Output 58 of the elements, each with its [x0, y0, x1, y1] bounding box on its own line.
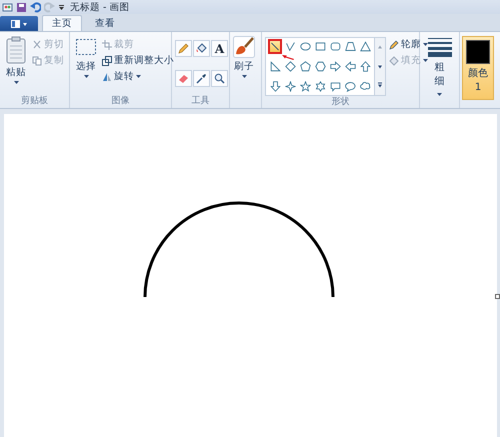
right-triangle-shape-icon[interactable] [268, 59, 282, 74]
save-icon[interactable] [16, 2, 27, 12]
color-1-button[interactable]: 颜色 1 [462, 36, 494, 100]
resize-handle[interactable] [495, 294, 500, 299]
paste-button[interactable]: 粘贴 [3, 35, 29, 95]
caret-icon [136, 75, 141, 78]
dropdown-icon[interactable] [58, 3, 65, 11]
menu-icon [10, 20, 28, 28]
arrow-annotation [282, 55, 294, 60]
diamond-shape-icon[interactable] [283, 59, 297, 74]
line-width-icon [428, 37, 452, 57]
selection-icon [75, 36, 97, 58]
eraser-icon[interactable] [175, 70, 192, 86]
rotate-icon [102, 72, 112, 82]
group-label: 形状 [330, 96, 350, 109]
resize-icon [102, 56, 112, 66]
ribbon-tab[interactable]: 主页 [42, 15, 82, 31]
rotate-button[interactable]: 旋转 [102, 69, 174, 84]
right-arrow-shape-icon[interactable] [328, 59, 342, 74]
line-shape-icon[interactable] [268, 39, 282, 54]
caret-icon [423, 43, 428, 46]
caret-icon [242, 75, 246, 78]
five-point-star-shape-icon[interactable] [298, 79, 312, 94]
triangle-shape-icon[interactable] [358, 39, 372, 54]
group-label: 工具 [190, 95, 210, 108]
undo-icon[interactable] [30, 2, 41, 12]
four-point-star-shape-icon[interactable] [283, 79, 297, 94]
oval-callout-shape-icon[interactable] [343, 79, 357, 94]
brush-icon [233, 36, 255, 58]
text-tool-button[interactable]: A [211, 40, 228, 57]
up-arrow-shape-icon[interactable] [358, 59, 372, 74]
pencil-icon[interactable] [175, 40, 192, 57]
pentagon-shape-icon[interactable] [298, 59, 312, 74]
copy-icon [32, 56, 42, 66]
ribbon-tab[interactable]: 查看 [86, 15, 124, 31]
caret-icon [14, 81, 18, 84]
magnifier-icon[interactable] [211, 70, 228, 86]
brushes-button[interactable]: 刷子 [231, 35, 257, 108]
polygon-shape-icon[interactable] [343, 39, 357, 54]
group-label: 图像 [110, 95, 130, 108]
select-button[interactable]: 选择 [73, 35, 99, 95]
caret-icon [423, 59, 428, 62]
window-title: 无标题 - 画图 [70, 0, 130, 14]
six-point-star-shape-icon[interactable] [313, 79, 327, 94]
caret-icon [84, 75, 88, 78]
left-arrow-shape-icon[interactable] [343, 59, 357, 74]
caret-icon [437, 93, 442, 96]
resize-button[interactable]: 重新调整大小 [102, 53, 174, 68]
hexagon-shape-icon[interactable] [313, 59, 327, 74]
file-menu-button[interactable] [0, 16, 38, 31]
color-picker-icon[interactable] [193, 70, 210, 86]
scissors-icon [32, 40, 42, 50]
clipboard-icon [5, 36, 27, 64]
down-arrow-shape-icon[interactable] [268, 79, 282, 94]
crop-icon [102, 40, 112, 50]
pencil-icon [389, 40, 399, 50]
app-icon[interactable] [2, 2, 13, 12]
group-label: 剪贴板 [20, 95, 49, 108]
